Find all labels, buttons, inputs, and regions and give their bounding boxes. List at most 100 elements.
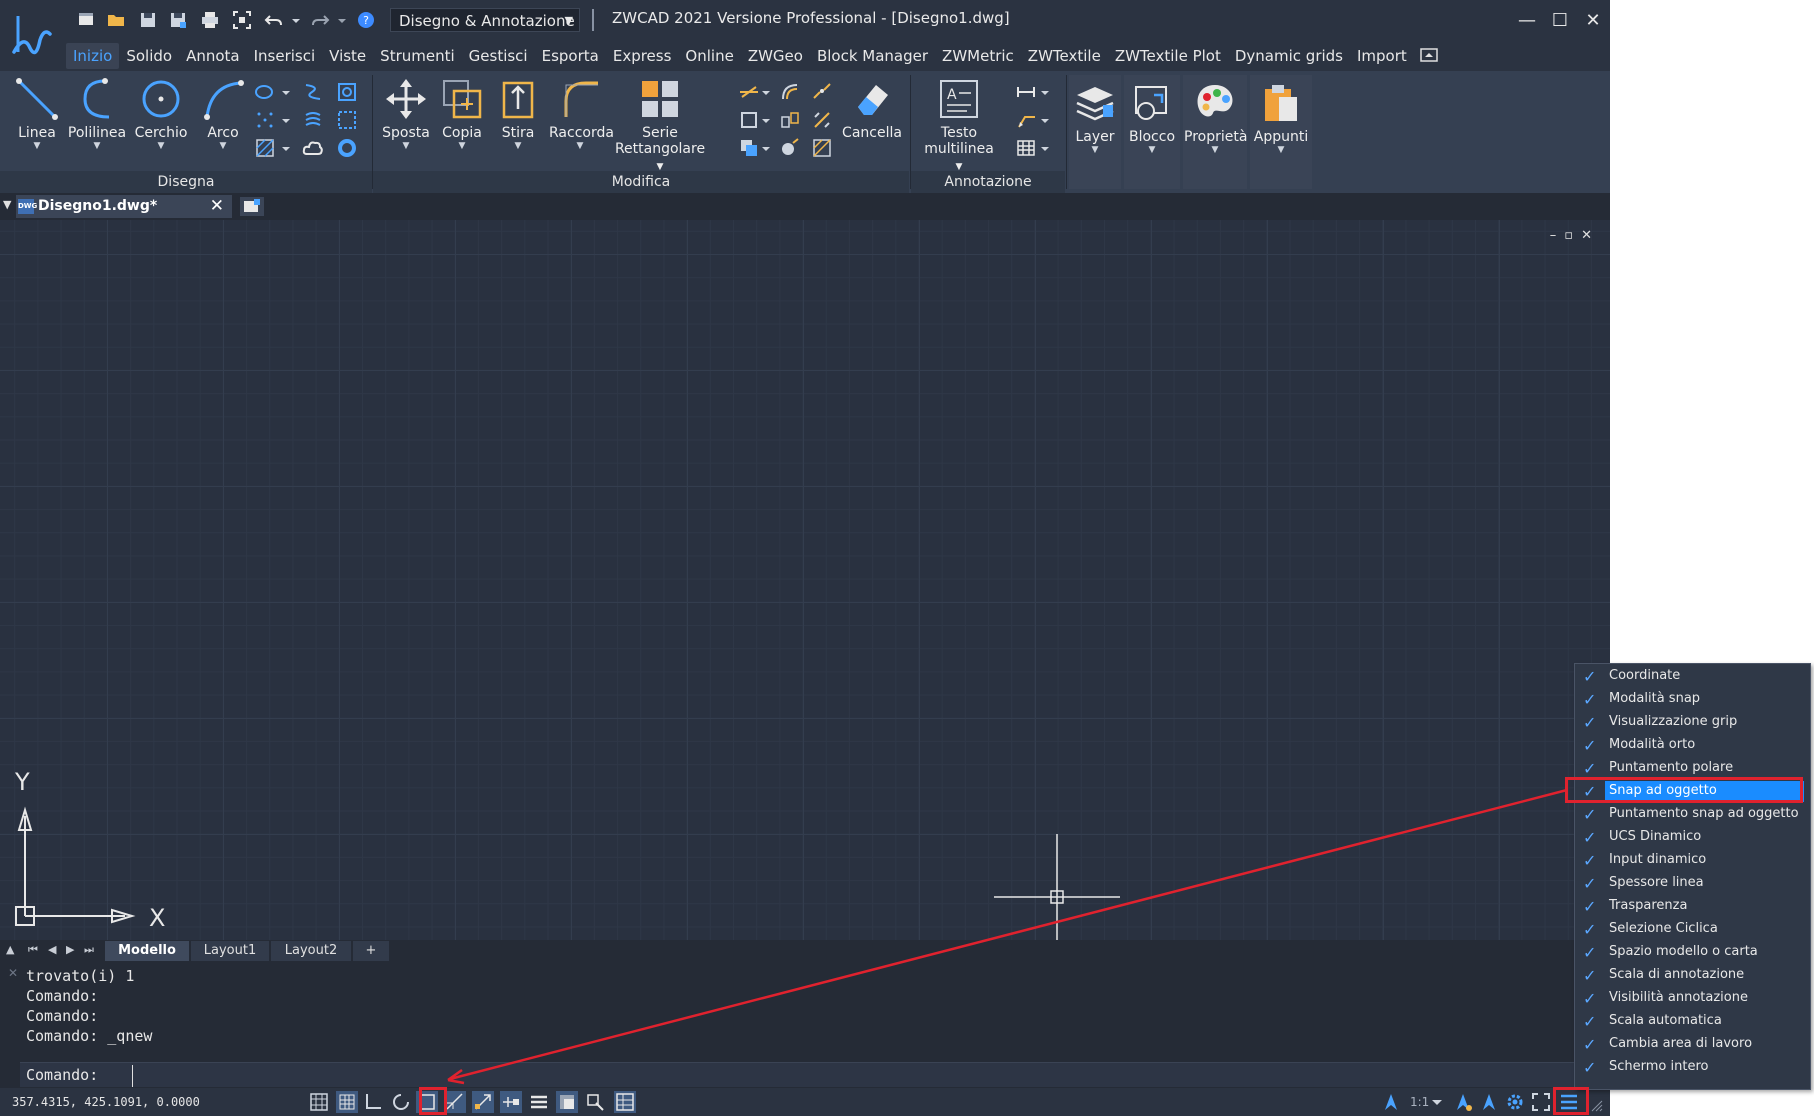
chevron-down-icon[interactable] [760,81,772,103]
tab-layout1[interactable]: Layout1 [191,941,269,961]
menu-inserisci[interactable]: Inserisci [247,43,323,69]
menu-item-coordinate[interactable]: ✓ Coordinate [1575,665,1810,688]
close-button[interactable]: ✕ [1580,8,1606,34]
object-snap-icon[interactable] [416,1091,438,1113]
menu-zwtextile-plot[interactable]: ZWTextile Plot [1108,43,1228,69]
scale-icon[interactable] [811,109,833,131]
menu-annota[interactable]: Annota [179,43,247,69]
menu-item-annotation-visibility[interactable]: ✓ Visibilità annotazione [1575,987,1810,1010]
save-icon[interactable] [138,10,158,30]
region-icon[interactable] [336,109,358,131]
tab-modello[interactable]: Modello [105,941,189,961]
table-icon[interactable] [1015,137,1037,159]
save-as-icon[interactable] [168,10,188,30]
linear-dimension-icon[interactable] [1015,81,1037,103]
annotation-visibility-icon[interactable] [1452,1091,1474,1113]
close-tab-button[interactable]: ✕ [210,195,224,218]
new-file-icon[interactable] [76,10,96,30]
menu-item-workspace-switch[interactable]: ✓ Cambia area di lavoro [1575,1033,1810,1056]
properties-button[interactable]: Proprietà ▼ [1183,75,1247,189]
move-button[interactable]: Sposta ▼ [375,77,437,151]
rectangle-icon[interactable] [336,81,358,103]
tab-layout2[interactable]: Layout2 [271,941,351,961]
donut-icon[interactable] [336,137,358,159]
clipboard-button[interactable]: Appunti ▼ [1250,75,1312,189]
menu-item-grip-display[interactable]: ✓ Visualizzazione grip [1575,711,1810,734]
mtext-button[interactable]: A Testo multilinea ▼ [919,77,999,175]
revcloud-icon[interactable] [302,109,324,131]
first-layout-icon[interactable]: ⏮ [28,943,38,957]
rotate-icon[interactable] [738,109,760,131]
open-folder-icon[interactable] [106,10,126,30]
edit-hatch-icon[interactable] [811,137,833,159]
workspace-select[interactable]: Disegno & Annotazione ▼ [390,8,580,32]
dynamic-ucs-icon[interactable] [472,1091,494,1113]
menu-zwtextile[interactable]: ZWTextile [1021,43,1108,69]
menu-import[interactable]: Import [1350,43,1414,69]
minimize-button[interactable]: — [1514,8,1540,34]
chevron-down-icon[interactable] [1039,81,1051,103]
menu-item-object-snap-tracking[interactable]: ✓ Puntamento snap ad oggetto [1575,803,1810,826]
menu-inizio[interactable]: Inizio [66,43,120,69]
help-icon[interactable]: ? [356,10,376,30]
menu-item-model-paper-space[interactable]: ✓ Spazio modello o carta [1575,941,1810,964]
menu-item-transparency[interactable]: ✓ Trasparenza [1575,895,1810,918]
circle-button[interactable]: Cerchio ▼ [130,77,192,151]
drawing-canvas[interactable]: –▫✕ Y X [0,220,1610,940]
menu-item-annotation-scale[interactable]: ✓ Scala di annotazione [1575,964,1810,987]
zoom-extents-icon[interactable] [232,10,252,30]
document-tab[interactable]: DWG Disegno1.dwg* ✕ [16,195,232,218]
undo-icon[interactable] [264,10,284,30]
grid-display-icon[interactable] [336,1091,358,1113]
selection-cycling-icon[interactable] [584,1091,606,1113]
next-layout-icon[interactable]: ▶ [66,943,74,956]
menu-express[interactable]: Express [606,43,679,69]
arc-button[interactable]: Arco ▼ [192,77,254,151]
menu-item-ortho-mode[interactable]: ✓ Modalità orto [1575,734,1810,757]
hatch-icon[interactable] [254,137,276,159]
redo-icon[interactable] [310,10,330,30]
menu-item-auto-scale[interactable]: ✓ Scala automatica [1575,1010,1810,1033]
erase-button[interactable]: Cancella [841,77,903,141]
chevron-down-icon[interactable] [280,81,292,103]
menu-gestisci[interactable]: Gestisci [462,43,535,69]
zwcad-logo-icon[interactable] [10,4,56,62]
chevron-down-icon[interactable] [1039,109,1051,131]
snap-mode-icon[interactable] [308,1091,330,1113]
menu-block-manager[interactable]: Block Manager [810,43,935,69]
tab-list-icon[interactable]: ▼ [3,198,11,211]
leader-icon[interactable] [1015,109,1037,131]
block-button[interactable]: Blocco ▼ [1124,75,1180,189]
break-icon[interactable] [811,81,833,103]
menu-viste[interactable]: Viste [322,43,373,69]
print-icon[interactable] [200,10,220,30]
menu-online[interactable]: Online [678,43,740,69]
menu-strumenti[interactable]: Strumenti [373,43,461,69]
offset-icon[interactable] [779,81,801,103]
chevron-down-icon[interactable] [1430,1091,1444,1113]
copy-button[interactable]: Copia ▼ [431,77,493,151]
menu-zwmetric[interactable]: ZWMetric [935,43,1021,69]
gear-icon[interactable] [1504,1091,1526,1113]
maximize-button[interactable]: ☐ [1547,8,1573,34]
transparency-icon[interactable] [556,1091,578,1113]
chevron-down-icon[interactable] [280,137,292,159]
auto-scale-icon[interactable] [1478,1091,1500,1113]
layout-tabs-up-icon[interactable]: ▲ [6,943,14,956]
menu-item-fullscreen[interactable]: ✓ Schermo intero [1575,1056,1810,1079]
customization-menu-icon[interactable] [1558,1091,1580,1113]
mirror-icon[interactable] [779,109,801,131]
model-space-icon[interactable] [614,1091,636,1113]
annotation-scale-icon[interactable] [1380,1091,1402,1113]
polyline-button[interactable]: Polilinea ▼ [66,77,128,151]
ortho-mode-icon[interactable] [362,1091,384,1113]
fillet-button[interactable]: Raccorda ▼ [549,77,614,151]
ellipse-icon[interactable] [254,81,276,103]
menu-item-polar-tracking[interactable]: ✓ Puntamento polare [1575,757,1810,780]
line-button[interactable]: Linea ▼ [6,77,68,151]
chevron-down-icon[interactable] [280,109,292,131]
last-layout-icon[interactable]: ⏭ [84,943,94,957]
annotation-scale-value[interactable]: 1:1 [1410,1095,1429,1109]
menu-item-dynamic-input[interactable]: ✓ Input dinamico [1575,849,1810,872]
ribbon-collapse-icon[interactable] [1420,48,1438,62]
